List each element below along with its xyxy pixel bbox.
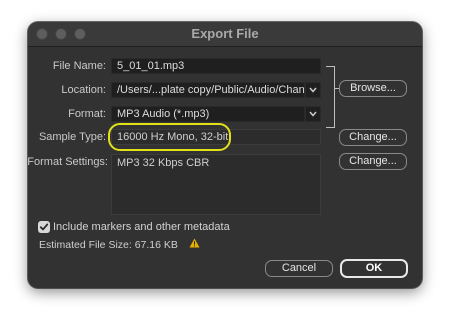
checkmark-icon: [39, 223, 49, 231]
title-bar: Export File: [28, 22, 422, 47]
field-group-bracket: [326, 66, 335, 128]
change-sample-type-button[interactable]: Change...: [339, 129, 407, 146]
format-label: Format:: [68, 108, 106, 120]
cancel-button[interactable]: Cancel: [265, 260, 333, 277]
estimated-file-size: Estimated File Size: 67.16 KB: [39, 239, 178, 251]
file-name-field[interactable]: 5_01_01.mp3: [111, 58, 321, 74]
include-markers-checkbox[interactable]: [38, 221, 50, 233]
ok-button[interactable]: OK: [340, 259, 408, 278]
include-markers-label[interactable]: Include markers and other metadata: [53, 220, 230, 234]
format-select[interactable]: MP3 Audio (*.mp3): [111, 106, 305, 122]
format-settings-value: MP3 32 Kbps CBR: [111, 154, 321, 215]
chevron-down-icon: [309, 87, 317, 93]
location-field[interactable]: /Users/...plate copy/Public/Audio/Channe…: [111, 82, 305, 98]
warning-icon: [189, 238, 200, 248]
change-format-settings-button[interactable]: Change...: [339, 153, 407, 170]
location-label: Location:: [61, 84, 106, 96]
format-settings-label: Format Settings:: [28, 156, 108, 168]
annotation-highlight: [108, 123, 231, 151]
export-file-dialog: Export File File Name: 5_01_01.mp3 Locat…: [28, 22, 422, 288]
sample-type-label: Sample Type:: [38, 131, 106, 143]
browse-button[interactable]: Browse...: [339, 80, 407, 97]
location-dropdown-button[interactable]: [305, 82, 321, 98]
format-dropdown-button[interactable]: [305, 106, 321, 122]
chevron-down-icon: [309, 111, 317, 117]
file-name-label: File Name:: [52, 60, 106, 72]
dialog-title: Export File: [191, 26, 259, 41]
